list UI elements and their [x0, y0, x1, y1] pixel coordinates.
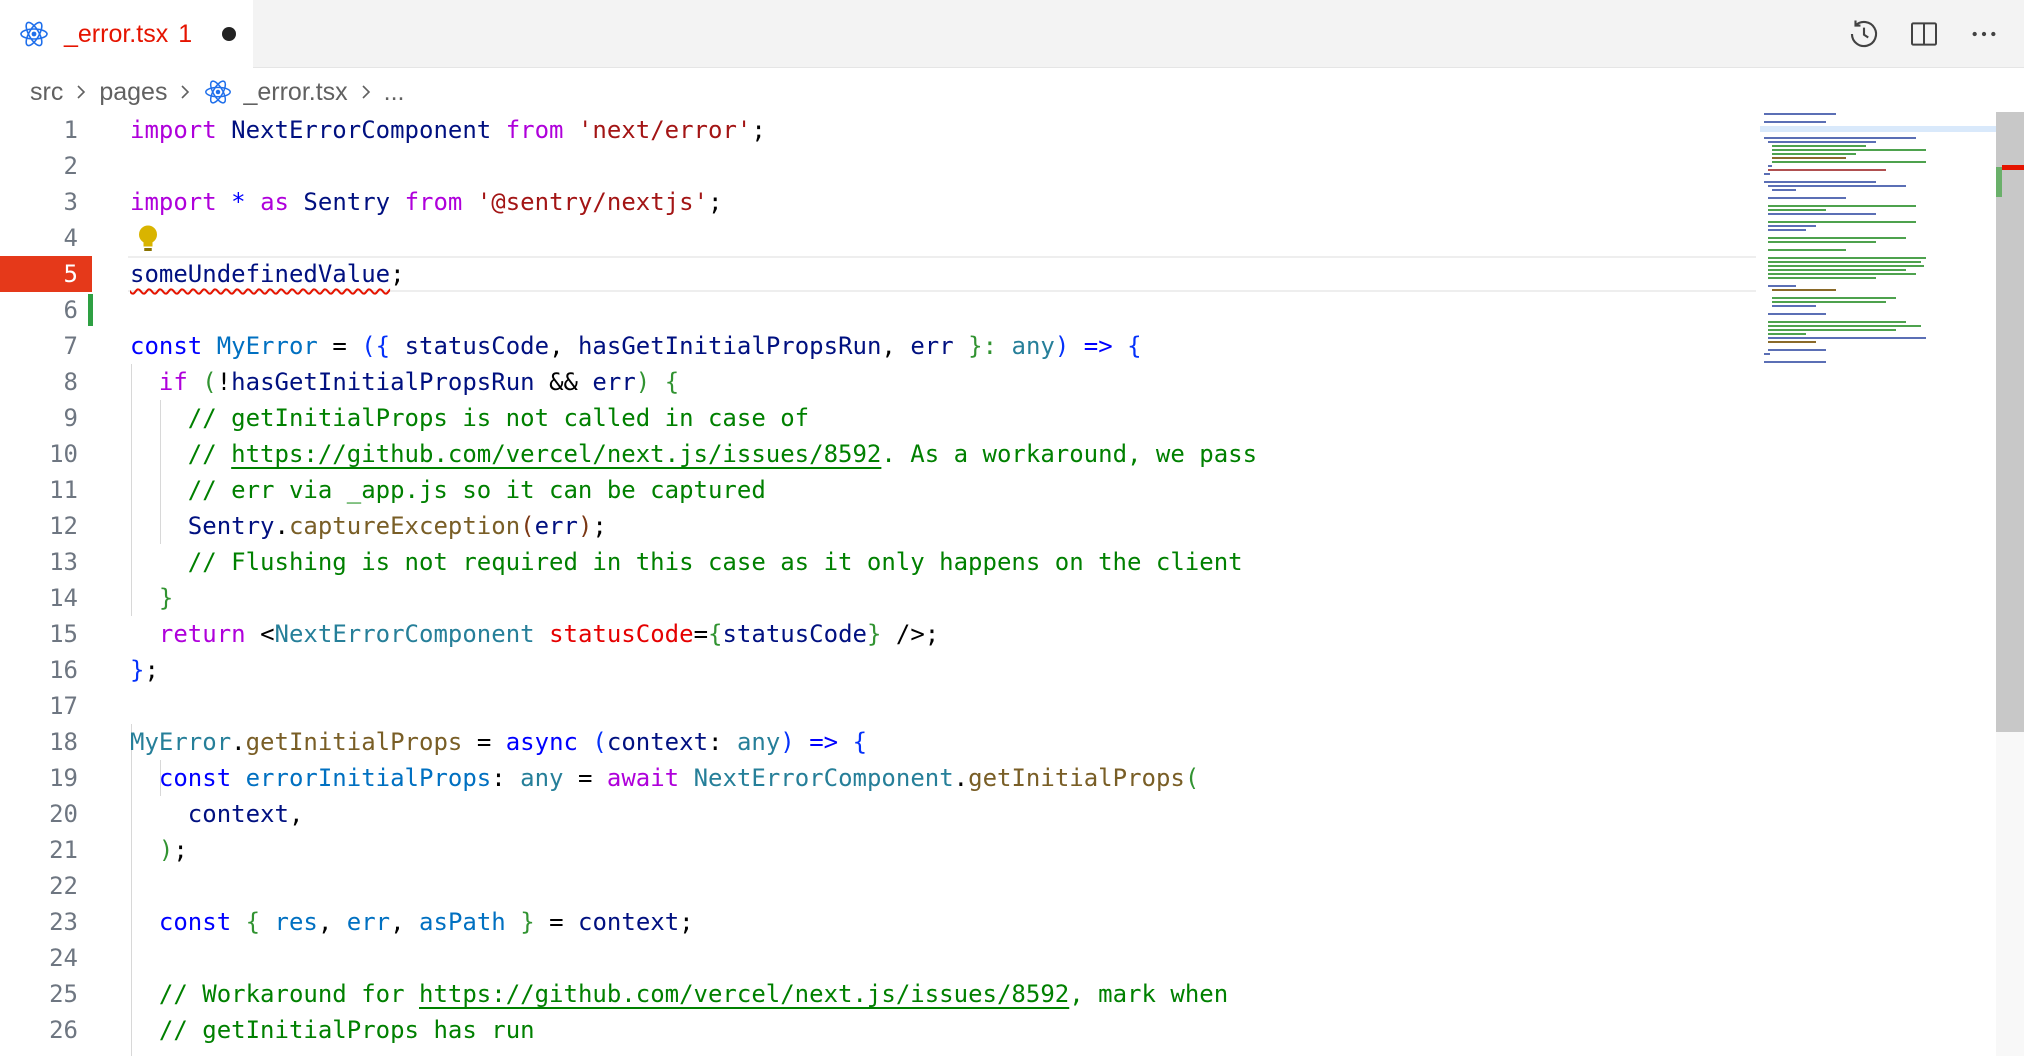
- comment-link[interactable]: https://github.com/vercel/next.js/issues…: [231, 440, 881, 468]
- code-line-current: 5 someUndefinedValue;: [0, 256, 1756, 292]
- chevron-right-icon: [177, 82, 193, 102]
- react-icon: [20, 21, 48, 47]
- line-number: 8: [63, 368, 78, 396]
- chevron-right-icon: [358, 82, 374, 102]
- chevron-right-icon: [73, 82, 89, 102]
- tab-filename: _error.tsx: [64, 19, 169, 48]
- line-number: 26: [49, 1016, 78, 1044]
- line-number: 13: [49, 548, 78, 576]
- code-line: 9 // getInitialProps is not called in ca…: [0, 400, 1756, 436]
- code-line: 23 const { res, err, asPath } = context;: [0, 904, 1756, 940]
- line-number: 9: [63, 404, 78, 432]
- breadcrumb-item-symbol[interactable]: ...: [384, 78, 405, 107]
- line-number: 16: [49, 656, 78, 684]
- code-line: 13 // Flushing is not required in this c…: [0, 544, 1756, 580]
- line-number: 19: [49, 764, 78, 792]
- tab-bar: _error.tsx 1: [0, 0, 2024, 68]
- minimap-viewport[interactable]: [1760, 126, 1996, 132]
- line-number: 25: [49, 980, 78, 1008]
- code-line: 24: [0, 940, 1756, 976]
- code-line: 25 // Workaround for https://github.com/…: [0, 976, 1756, 1012]
- code-line: 11 // err via _app.js so it can be captu…: [0, 472, 1756, 508]
- breadcrumb-item-file[interactable]: _error.tsx: [243, 78, 347, 107]
- breadcrumb: src pages _error.tsx ...: [30, 72, 405, 112]
- code-line: 14 }: [0, 580, 1756, 616]
- modified-gutter-marker[interactable]: [88, 294, 93, 326]
- line-number: 12: [49, 512, 78, 540]
- line-number: 7: [63, 332, 78, 360]
- line-number: 22: [49, 872, 78, 900]
- code-line: 12 Sentry.captureException(err);: [0, 508, 1756, 544]
- minimap-lines: [1764, 113, 1926, 363]
- line-number: 10: [49, 440, 78, 468]
- react-icon: [205, 80, 232, 104]
- breadcrumb-item-pages[interactable]: pages: [99, 78, 167, 107]
- code-line: 16 };: [0, 652, 1756, 688]
- line-number: 20: [49, 800, 78, 828]
- scrollbar-error-marker: [2002, 165, 2024, 170]
- editor-tab-error-tsx[interactable]: _error.tsx 1: [0, 0, 253, 68]
- code-line: 8 if (!hasGetInitialPropsRun && err) {: [0, 364, 1756, 400]
- code-line: 10 // https://github.com/vercel/next.js/…: [0, 436, 1756, 472]
- line-number: 23: [49, 908, 78, 936]
- line-number: 2: [63, 152, 78, 180]
- line-number: 14: [49, 584, 78, 612]
- code-line: 3 import * as Sentry from '@sentry/nextj…: [0, 184, 1756, 220]
- tab-error-count: 1: [178, 19, 193, 48]
- unsaved-dot-icon[interactable]: [222, 27, 237, 41]
- scrollbar-thumb[interactable]: [1996, 112, 2024, 732]
- code-editor[interactable]: 1 import NextErrorComponent from 'next/e…: [0, 112, 1756, 1056]
- breadcrumb-item-src[interactable]: src: [30, 78, 63, 107]
- code-line: 18 MyError.getInitialProps = async (cont…: [0, 724, 1756, 760]
- line-number: 11: [49, 476, 78, 504]
- error-squiggle[interactable]: someUndefinedValue: [130, 260, 390, 288]
- vertical-scrollbar[interactable]: [1996, 112, 2024, 1056]
- comment-link[interactable]: https://github.com/vercel/next.js/issues…: [419, 980, 1069, 1008]
- code-line: 20 context,: [0, 796, 1756, 832]
- history-icon[interactable]: [1844, 14, 1884, 54]
- code-line: 4: [0, 220, 1756, 256]
- line-number: 4: [63, 224, 78, 252]
- line-number: 3: [63, 188, 78, 216]
- code-line: 22: [0, 868, 1756, 904]
- more-actions-icon[interactable]: [1964, 14, 2004, 54]
- code-line: 1 import NextErrorComponent from 'next/e…: [0, 112, 1756, 148]
- code-line: 19 const errorInitialProps: any = await …: [0, 760, 1756, 796]
- editor-actions: [1844, 14, 2004, 54]
- lightbulb-icon[interactable]: [136, 224, 160, 254]
- line-number: 15: [49, 620, 78, 648]
- line-number: 5: [63, 260, 78, 288]
- code-line: 6: [0, 292, 1756, 328]
- code-line: 7 const MyError = ({ statusCode, hasGetI…: [0, 328, 1756, 364]
- line-number: 6: [63, 296, 78, 324]
- code-line: 17: [0, 688, 1756, 724]
- scrollbar-modified-marker: [1996, 167, 2002, 197]
- line-number: 17: [49, 692, 78, 720]
- code-line: 26 // getInitialProps has run: [0, 1012, 1756, 1048]
- line-number: 1: [63, 116, 78, 144]
- split-editor-icon[interactable]: [1904, 14, 1944, 54]
- code-line: 15 return <NextErrorComponent statusCode…: [0, 616, 1756, 652]
- code-line: 21 );: [0, 832, 1756, 868]
- minimap[interactable]: [1756, 112, 1996, 1056]
- code-line: 2: [0, 148, 1756, 184]
- line-number: 18: [49, 728, 78, 756]
- line-number: 24: [49, 944, 78, 972]
- line-number: 21: [49, 836, 78, 864]
